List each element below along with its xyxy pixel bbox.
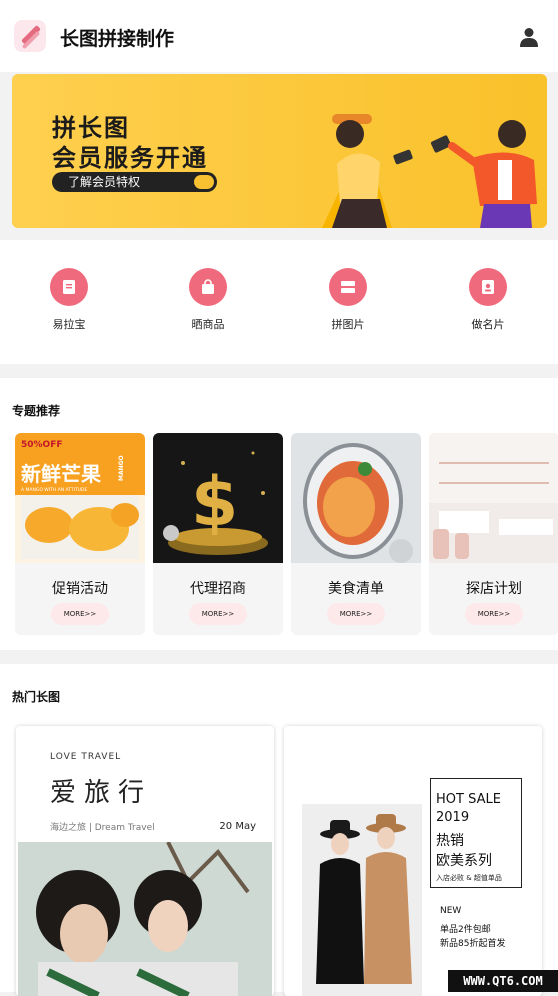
quick-action-rollup[interactable]: 易拉宝	[19, 268, 119, 332]
quick-action-label: 做名片	[471, 318, 505, 331]
hot-card-travel[interactable]: LOVE TRAVEL 爱旅行 海边之旅 | Dream Travel 20 M…	[16, 726, 274, 996]
section-title: 专题推荐	[12, 404, 61, 418]
app-header: 长图拼接制作	[0, 0, 558, 72]
topic-card-promotion[interactable]: 50%OFF 新鲜芒果 MANGO A MANGO WITH AN ATTITU…	[15, 433, 145, 635]
banner-subtitle: 会员服务开通	[52, 144, 208, 172]
travel-subtitle: 海边之旅 | Dream Travel	[50, 823, 155, 833]
topic-name: 促销活动	[52, 581, 108, 597]
topic-image-mango: 50%OFF 新鲜芒果 MANGO A MANGO WITH AN ATTITU…	[15, 433, 145, 563]
hot-card-fashion[interactable]: HOT SALE 2019 热销 欧美系列 入店必败 & 超值单品 NEW 单品…	[284, 726, 542, 996]
topic-image-gold-dollar: $	[153, 433, 283, 563]
topic-card-food[interactable]: 美食清单 MORE>>	[291, 433, 421, 635]
user-icon[interactable]	[518, 26, 540, 48]
quick-action-label: 晒商品	[191, 318, 225, 331]
business-card-icon	[482, 280, 494, 294]
topic-image-food	[291, 433, 421, 563]
more-button[interactable]: MORE>>	[51, 603, 109, 625]
member-privilege-button[interactable]: 了解会员特权	[52, 172, 217, 192]
svg-text:$: $	[191, 463, 238, 542]
topic-name: 探店计划	[466, 581, 522, 597]
hot-sale-label: HOT SALE	[436, 792, 501, 807]
topic-image-cafe	[429, 433, 558, 563]
hot-sale-year: 2019	[436, 810, 470, 825]
new-line-2: 新品85折起首发	[440, 939, 506, 949]
more-button[interactable]: MORE>>	[465, 603, 523, 625]
travel-photo	[18, 842, 272, 996]
shopping-bag-icon	[202, 279, 214, 294]
promo-mango-text: MANGO	[118, 455, 125, 481]
travel-tag: LOVE TRAVEL	[50, 752, 122, 762]
topic-name: 代理招商	[190, 581, 246, 597]
promo-discount-text: 50%OFF	[21, 440, 63, 450]
hot-sale-series: 欧美系列	[436, 853, 492, 869]
quick-actions: 易拉宝 晒商品 拼图片 做名片	[0, 240, 558, 364]
new-label: NEW	[440, 906, 462, 916]
member-privilege-label: 了解会员特权	[68, 175, 141, 189]
new-line-1: 单品2件包邮	[440, 925, 491, 935]
banner-illustration	[322, 114, 537, 228]
travel-date: 20 May	[219, 821, 256, 832]
quick-action-label: 易拉宝	[52, 318, 86, 331]
promo-tagline-text: A MANGO WITH AN ATTITUDE	[21, 487, 87, 493]
quick-action-collage[interactable]: 拼图片	[298, 268, 398, 332]
travel-title: 爱旅行	[50, 778, 153, 808]
hot-sale-cn: 热销	[436, 833, 464, 849]
member-banner[interactable]: 拼长图 会员服务开通 了解会员特权	[12, 74, 547, 228]
fashion-photo	[302, 804, 422, 996]
promo-fruit-text: 新鲜芒果	[21, 462, 101, 486]
rollup-banner-icon	[63, 280, 75, 294]
section-title: 热门长图	[12, 690, 61, 704]
topic-section: 专题推荐 50%OFF 新鲜芒果 MANGO A MANGO WITH AN A…	[0, 378, 558, 650]
topic-name: 美食清单	[328, 581, 384, 597]
quick-action-label: 拼图片	[331, 318, 365, 331]
more-button[interactable]: MORE>>	[189, 603, 247, 625]
watermark: WWW.QT6.COM	[448, 970, 558, 992]
topic-card-store[interactable]: 探店计划 MORE>>	[429, 433, 558, 635]
hand-icon	[194, 175, 214, 189]
quick-action-card[interactable]: 做名片	[438, 268, 538, 332]
hot-sale-note: 入店必败 & 超值单品	[436, 874, 502, 882]
quick-action-product[interactable]: 晒商品	[158, 268, 258, 332]
app-logo-icon	[14, 20, 46, 52]
collage-icon	[341, 281, 355, 293]
more-button[interactable]: MORE>>	[327, 603, 385, 625]
app-title: 长图拼接制作	[60, 28, 175, 50]
topic-card-agency[interactable]: $ 代理招商 MORE>>	[153, 433, 283, 635]
hot-section: 热门长图 LOVE TRAVEL 爱旅行 海边之旅 | Dream Travel…	[0, 664, 558, 996]
